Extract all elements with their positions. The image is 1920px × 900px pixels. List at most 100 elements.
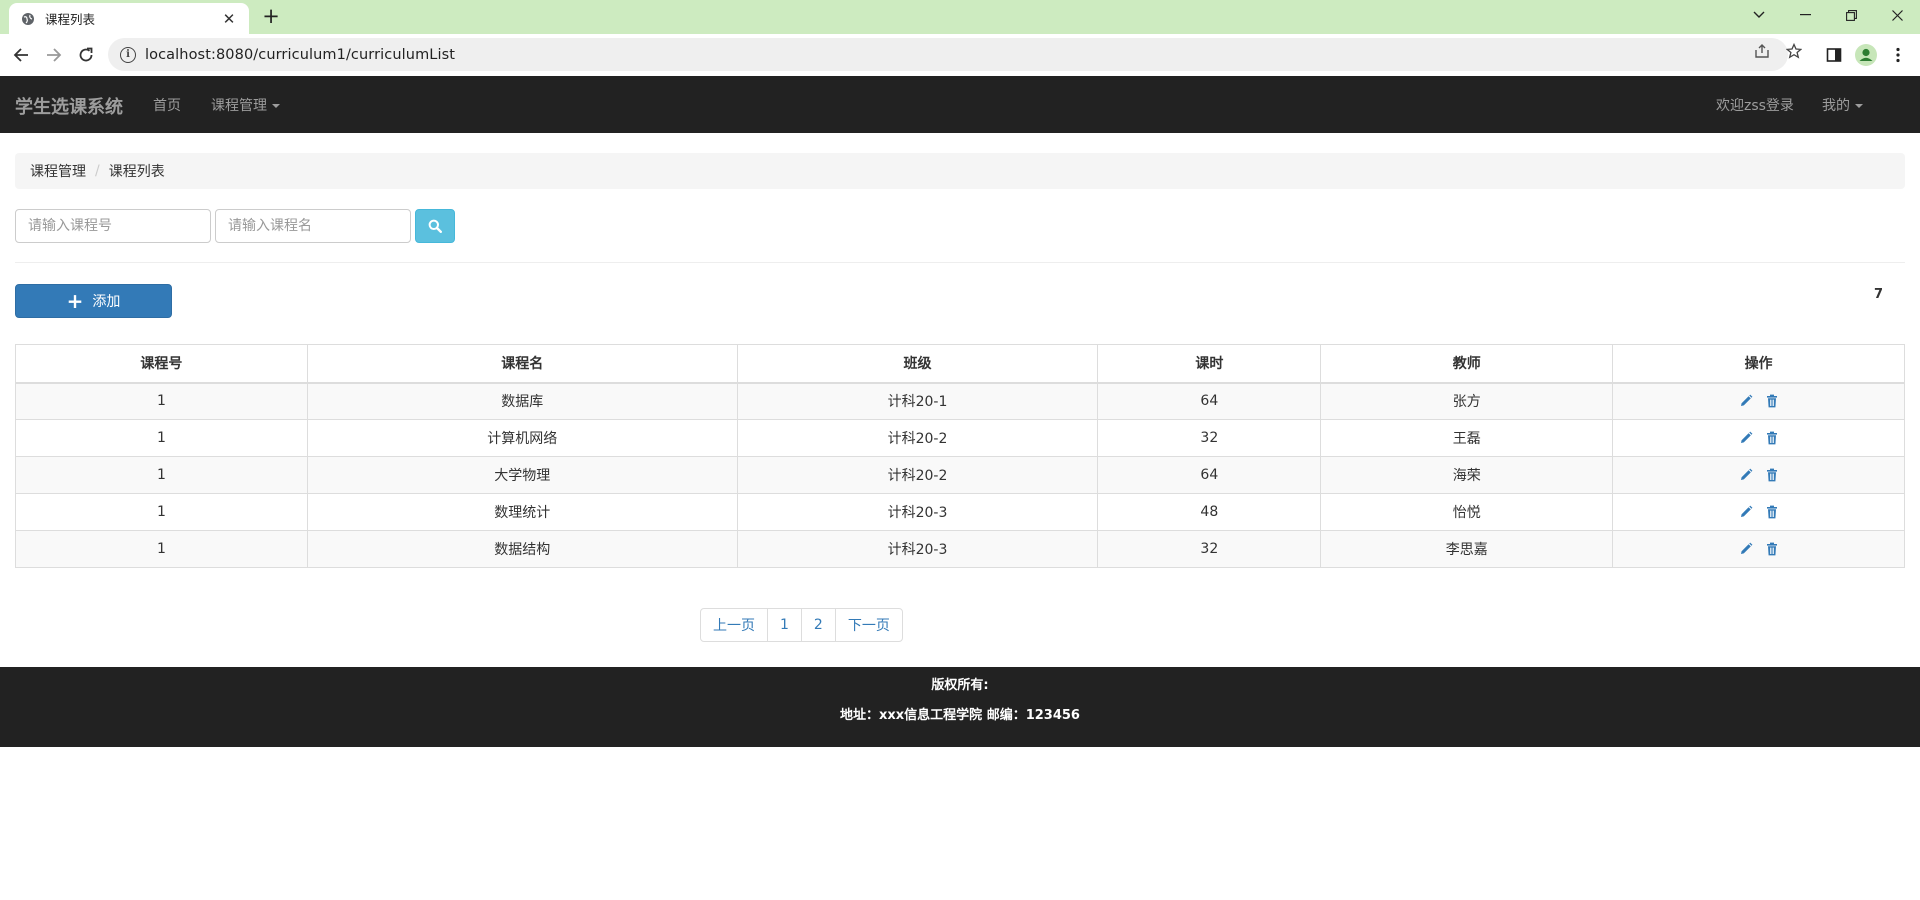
trash-icon[interactable] [1765,505,1779,519]
cell-teacher: 海荣 [1320,456,1614,494]
search-icon [428,219,442,233]
breadcrumb-item-course-manage[interactable]: 课程管理 [30,161,86,181]
page-1-button[interactable]: 1 [767,608,802,642]
table-row: 1 计算机网络 计科20-2 32 王磊 [15,419,1905,457]
cell-class: 计科20-3 [736,530,1099,568]
site-info-icon[interactable]: i [120,46,136,63]
trash-icon[interactable] [1765,468,1779,482]
tab-title: 课程列表 [45,12,96,27]
plus-icon: + [66,289,84,313]
cell-hours: 32 [1097,419,1322,457]
pagination: 上一页 1 2 下一页 [700,608,903,642]
trash-icon[interactable] [1765,542,1779,556]
url-text: localhost:8080/curriculum1/curriculumLis… [145,46,456,63]
page-2-button[interactable]: 2 [800,608,836,642]
record-count: 7 [1874,287,1884,302]
cell-actions [1612,456,1905,494]
header-course-no: 课程号 [15,344,308,384]
course-name-input[interactable] [215,209,411,243]
cell-course-name: 数据结构 [306,530,738,568]
footer: 版权所有: 地址：xxx信息工程学院 邮编：123456 [0,667,1920,747]
pencil-icon[interactable] [1739,505,1753,519]
cell-teacher: 张方 [1320,382,1614,420]
cell-actions [1612,419,1905,457]
forward-button[interactable] [42,43,66,67]
minimize-button[interactable] [1782,0,1828,30]
cell-teacher: 王磊 [1320,419,1614,457]
cell-actions [1612,493,1905,531]
breadcrumb: 课程管理 / 课程列表 [15,153,1905,189]
pencil-icon[interactable] [1739,431,1753,445]
reload-button[interactable] [74,43,98,67]
browser-tab[interactable]: 课程列表 ✕ [9,3,249,34]
close-tab-icon[interactable]: ✕ [221,11,237,27]
cell-course-name: 数据库 [306,382,738,420]
add-button-label: 添加 [92,294,121,310]
next-page-button[interactable]: 下一页 [834,608,903,642]
header-teacher: 教师 [1320,344,1614,384]
nav-mine[interactable]: 我的 [1822,95,1863,115]
caret-down-icon [272,104,280,108]
pencil-icon[interactable] [1739,542,1753,556]
breadcrumb-item-course-list: 课程列表 [108,164,165,180]
brand-logo[interactable]: 学生选课系统 [15,93,123,119]
header-actions: 操作 [1612,344,1905,384]
close-window-button[interactable] [1874,0,1920,30]
cell-teacher: 李思嘉 [1320,530,1614,568]
more-options-icon[interactable] [1886,43,1910,67]
table-row: 1 数据库 计科20-1 64 张方 [15,382,1905,420]
divider [15,262,1905,263]
back-button[interactable] [9,43,33,67]
side-panel-icon[interactable] [1822,43,1846,67]
cell-course-no: 1 [15,419,308,457]
header-course-name: 课程名 [306,344,738,384]
cell-hours: 64 [1097,456,1322,494]
cell-course-no: 1 [15,382,308,420]
pencil-icon[interactable] [1739,468,1753,482]
table-row: 1 数理统计 计科20-3 48 怡悦 [15,493,1905,531]
header-hours: 课时 [1097,344,1322,384]
cell-class: 计科20-1 [736,382,1099,420]
footer-copyright: 版权所有: [931,678,989,693]
pencil-icon[interactable] [1739,394,1753,408]
bookmark-star-icon[interactable] [1785,42,1803,60]
address-bar[interactable]: i localhost:8080/curriculum1/curriculumL… [108,38,1788,71]
table-row: 1 大学物理 计科20-2 64 海荣 [15,456,1905,494]
profile-avatar-icon[interactable] [1854,43,1878,67]
footer-address: 地址：xxx信息工程学院 邮编：123456 [840,708,1080,723]
table-header-row: 课程号 课程名 班级 课时 教师 操作 [15,344,1905,384]
share-icon[interactable] [1753,42,1771,60]
tab-search-button[interactable] [1736,0,1782,30]
nav-mine-label: 我的 [1822,98,1850,114]
prev-page-button[interactable]: 上一页 [700,608,768,642]
cell-actions [1612,530,1905,568]
table-row: 1 数据结构 计科20-3 32 李思嘉 [15,530,1905,568]
breadcrumb-separator: / [95,163,100,179]
browser-toolbar: i localhost:8080/curriculum1/curriculumL… [0,34,1920,76]
cell-hours: 48 [1097,493,1322,531]
trash-icon[interactable] [1765,394,1779,408]
nav-home[interactable]: 首页 [153,95,181,115]
cell-hours: 64 [1097,382,1322,420]
cell-actions [1612,382,1905,420]
search-button[interactable] [415,209,455,243]
course-no-input[interactable] [15,209,211,243]
cell-teacher: 怡悦 [1320,493,1614,531]
cell-class: 计科20-3 [736,493,1099,531]
new-tab-button[interactable]: + [259,5,283,29]
globe-icon [21,12,35,26]
welcome-text[interactable]: 欢迎zss登录 [1716,95,1794,115]
trash-icon[interactable] [1765,431,1779,445]
cell-course-no: 1 [15,456,308,494]
cell-course-name: 大学物理 [306,456,738,494]
nav-course-manage[interactable]: 课程管理 [211,95,280,115]
cell-course-name: 计算机网络 [306,419,738,457]
restore-button[interactable] [1828,0,1874,30]
header-class: 班级 [736,344,1099,384]
cell-hours: 32 [1097,530,1322,568]
cell-course-no: 1 [15,530,308,568]
add-button[interactable]: + 添加 [15,284,172,318]
cell-course-no: 1 [15,493,308,531]
nav-course-manage-label: 课程管理 [211,98,267,114]
cell-course-name: 数理统计 [306,493,738,531]
